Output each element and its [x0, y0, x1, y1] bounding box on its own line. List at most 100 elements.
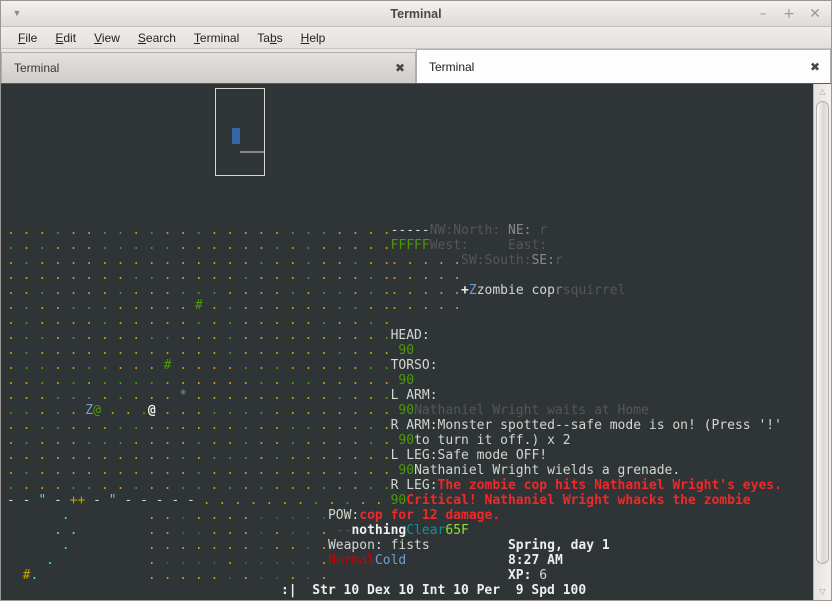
terminal-text: .: [374, 493, 383, 508]
terminal-text: .: [38, 388, 47, 403]
menu-item-file[interactable]: File: [9, 29, 46, 47]
terminal-text: .: [108, 403, 117, 418]
menu-item-edit[interactable]: Edit: [46, 29, 85, 47]
terminal-text: .: [226, 223, 235, 238]
terminal-text: .: [320, 463, 328, 478]
menu-item-help[interactable]: Help: [292, 29, 335, 47]
minimap-cursor: [232, 128, 240, 144]
terminal-text: .: [132, 358, 141, 373]
terminal-text: .: [100, 283, 109, 298]
tab-terminal-2[interactable]: Terminal ✖: [416, 49, 831, 83]
terminal-text: .: [7, 433, 15, 448]
terminal-text: .: [7, 478, 15, 493]
close-button[interactable]: ✕: [807, 6, 823, 22]
terminal-text: .: [273, 568, 281, 583]
minimize-button[interactable]: –: [755, 6, 771, 22]
terminal-text: .: [194, 283, 203, 298]
scrollbar-thumb[interactable]: [816, 101, 829, 564]
terminal-line: . . . . . . . . . . . . . . . . . . . . …: [7, 478, 813, 493]
terminal-text: .: [288, 433, 297, 448]
terminal-text: .: [288, 328, 297, 343]
terminal-text: .: [179, 268, 188, 283]
menu-item-terminal[interactable]: Terminal: [185, 29, 248, 47]
terminal-line: . . . . . . . . . . . * . . . . . . . . …: [7, 388, 813, 403]
terminal-text: .: [273, 313, 281, 328]
terminal-text: .: [53, 418, 62, 433]
terminal-text: .: [288, 298, 297, 313]
tab-close-icon[interactable]: ✖: [810, 60, 820, 74]
terminal-text: .: [226, 448, 235, 463]
tab-terminal-1[interactable]: Terminal ✖: [1, 52, 416, 83]
scroll-up-icon[interactable]: △: [815, 85, 830, 99]
terminal-text: .: [273, 523, 281, 538]
terminal-text: HEAD:: [390, 328, 430, 343]
terminal-text: .: [38, 478, 47, 493]
terminal-text: SE:: [531, 253, 555, 268]
terminal-text: .: [179, 283, 188, 298]
terminal-text: .: [53, 238, 62, 253]
terminal-text: R ARM:: [390, 418, 438, 433]
terminal-screen[interactable]: . . . . . . . . . . . . . . . . . . . . …: [1, 84, 813, 600]
menu-item-search[interactable]: Search: [129, 29, 185, 47]
terminal-text: .: [38, 283, 47, 298]
menu-item-view[interactable]: View: [85, 29, 129, 47]
tab-close-icon[interactable]: ✖: [395, 61, 405, 75]
terminal-text: to turn it off.) x 2: [414, 433, 571, 448]
terminal-text: .: [312, 493, 321, 508]
terminal-text: 90: [390, 343, 415, 358]
window-menu-chevron-down-icon[interactable]: ▼: [7, 9, 27, 18]
menu-item-tabs[interactable]: Tabs: [248, 29, 291, 47]
terminal-text: .: [382, 328, 391, 343]
terminal-text: .: [179, 508, 188, 523]
terminal-line: . . . . . . . . . . . . . . . . . . . . …: [7, 343, 813, 358]
maximize-button[interactable]: +: [781, 6, 797, 22]
terminal-text: nothing: [351, 523, 407, 538]
terminal-text: .: [132, 253, 141, 268]
terminal-text: .: [367, 328, 375, 343]
terminal-scrollbar[interactable]: △ ▽: [813, 84, 831, 600]
terminal-text: .: [7, 403, 15, 418]
scrollbar-track[interactable]: [815, 99, 830, 585]
terminal-text: .: [132, 283, 141, 298]
terminal-text: .: [335, 328, 344, 343]
terminal-text: .: [194, 238, 203, 253]
scroll-down-icon[interactable]: ▽: [815, 585, 830, 599]
terminal-text: .: [85, 253, 94, 268]
